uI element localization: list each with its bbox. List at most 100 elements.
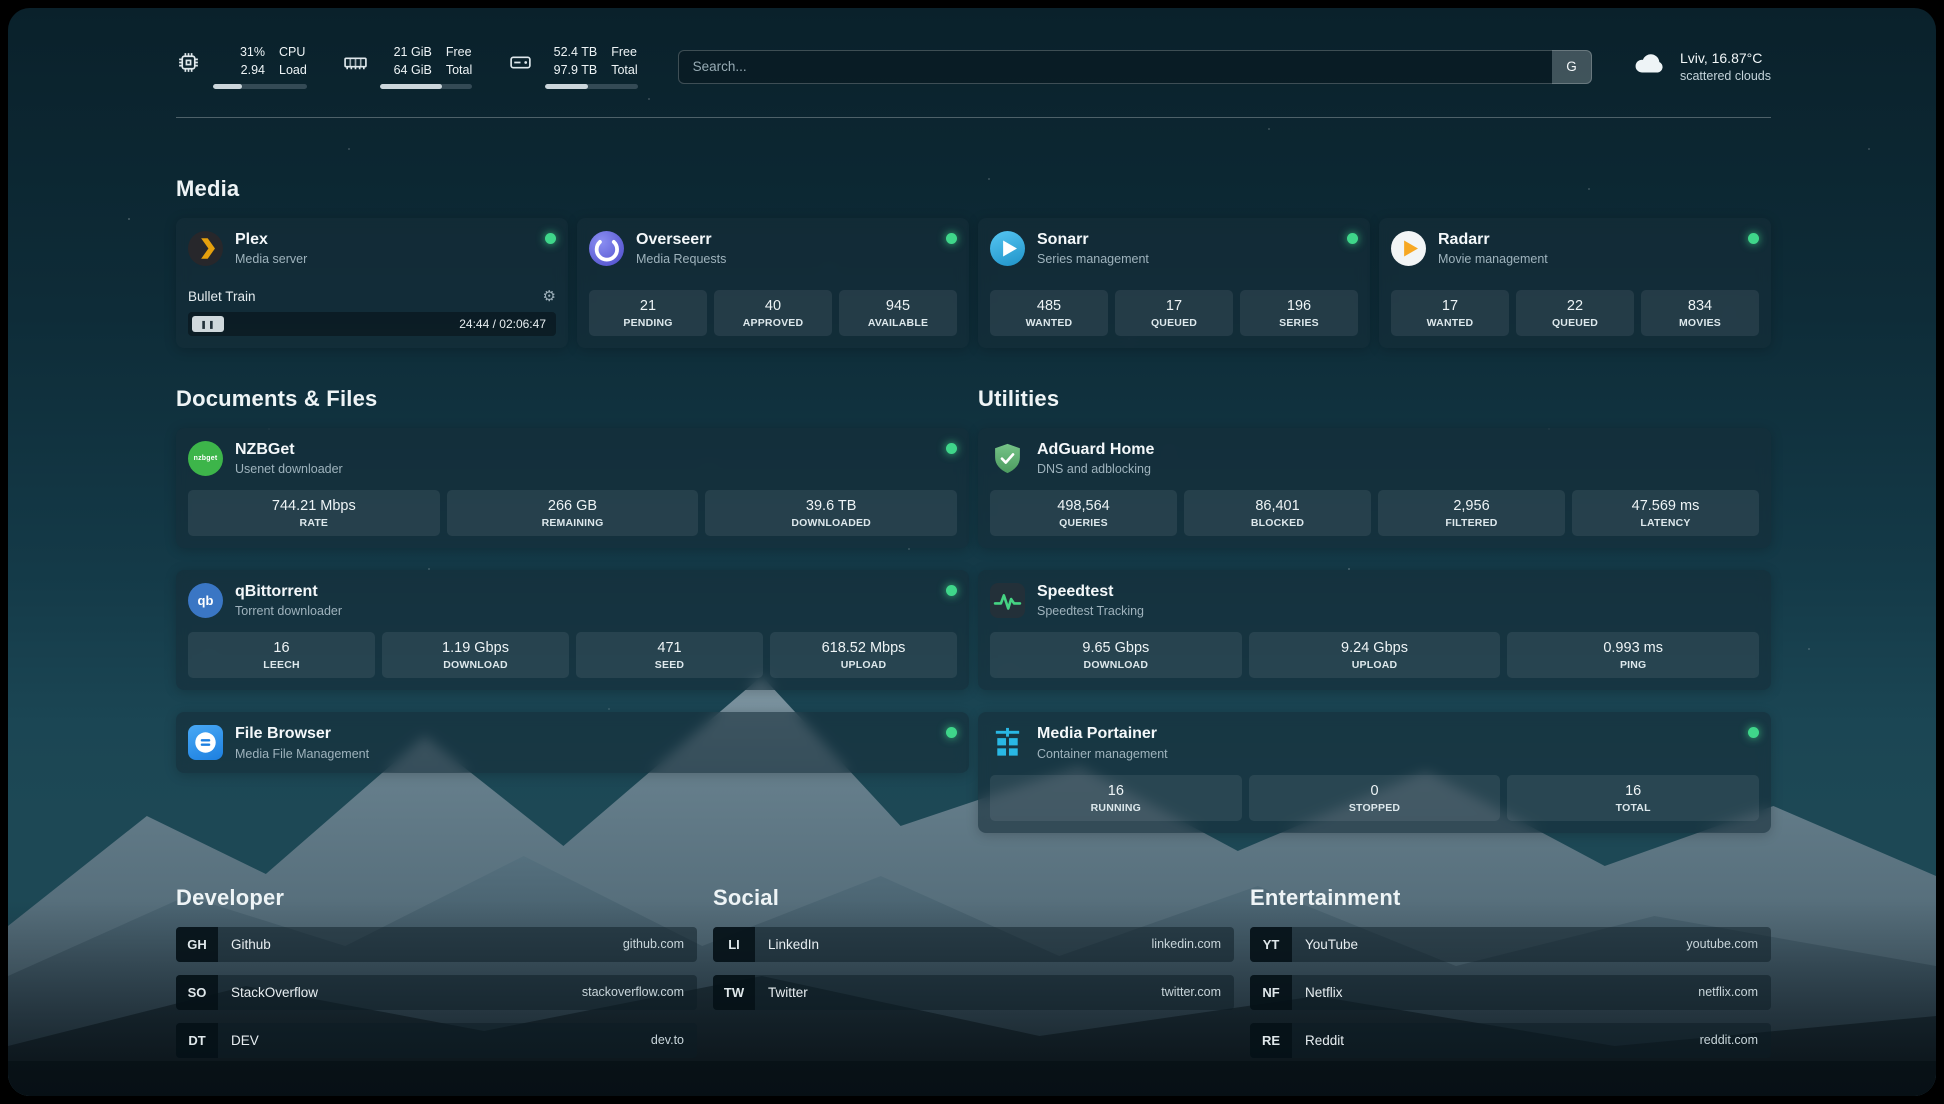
cpu-usage-label: CPU [279, 44, 305, 62]
stat-series: 196SERIES [1240, 290, 1358, 336]
bookmark-url: linkedin.com [1152, 937, 1221, 951]
service-card-radarr[interactable]: Radarr Movie management 17WANTED 22QUEUE… [1379, 218, 1771, 348]
service-card-adguard[interactable]: AdGuard Home DNS and adblocking 498,564Q… [978, 428, 1771, 548]
pause-button[interactable]: ❚❚ [192, 316, 224, 332]
bookmark-reddit[interactable]: RE Reddit reddit.com [1250, 1023, 1771, 1058]
disk-total-label: Total [611, 62, 637, 80]
bookmark-dev[interactable]: DT DEV dev.to [176, 1023, 697, 1058]
stat-pending: 21PENDING [589, 290, 707, 336]
service-desc-adguard: DNS and adblocking [1037, 462, 1154, 476]
bookmark-name: YouTube [1305, 937, 1358, 952]
service-desc-radarr: Movie management [1438, 252, 1548, 266]
stat-approved: 40APPROVED [714, 290, 832, 336]
service-name-overseerr: Overseerr [636, 230, 726, 249]
stat-leech: 16LEECH [188, 632, 375, 678]
overseerr-icon [589, 231, 624, 266]
qbittorrent-icon: qb [188, 583, 223, 618]
gear-icon[interactable]: ⚙ [543, 289, 556, 304]
stat-latency: 47.569 msLATENCY [1572, 490, 1759, 536]
status-online-dot [946, 233, 957, 244]
bookmark-abbr: DT [176, 1023, 218, 1058]
bookmark-stackoverflow[interactable]: SO StackOverflow stackoverflow.com [176, 975, 697, 1010]
bookmark-name: Netflix [1305, 985, 1343, 1000]
service-name-qbittorrent: qBittorrent [235, 582, 342, 601]
bookmark-twitter[interactable]: TW Twitter twitter.com [713, 975, 1234, 1010]
stat-queued: 22QUEUED [1516, 290, 1634, 336]
section-title-entertainment: Entertainment [1250, 885, 1771, 911]
bookmark-url: netflix.com [1698, 985, 1758, 999]
playback-time: 24:44 / 02:06:47 [459, 317, 546, 331]
section-utilities: Utilities AdGu [978, 386, 1771, 833]
service-card-overseerr[interactable]: Overseerr Media Requests 21PENDING 40APP… [577, 218, 969, 348]
service-desc-speedtest: Speedtest Tracking [1037, 604, 1144, 618]
bookmark-url: youtube.com [1686, 937, 1758, 951]
bookmark-netflix[interactable]: NF Netflix netflix.com [1250, 975, 1771, 1010]
weather-location: Lviv, 16.87°C [1680, 50, 1771, 66]
cpu-progress-bar [213, 84, 307, 89]
memory-free-label: Free [446, 44, 472, 62]
bookmark-url: twitter.com [1161, 985, 1221, 999]
stat-movies: 834MOVIES [1641, 290, 1759, 336]
stat-total: 16TOTAL [1507, 775, 1759, 821]
search-bar: G [678, 50, 1592, 84]
status-online-dot [1748, 727, 1759, 738]
section-title-utilities: Utilities [978, 386, 1771, 412]
service-name-portainer: Media Portainer [1037, 724, 1168, 743]
bookmark-github[interactable]: GH Github github.com [176, 927, 697, 962]
service-card-sonarr[interactable]: Sonarr Series management 485WANTED 17QUE… [978, 218, 1370, 348]
status-online-dot [545, 233, 556, 244]
bookmark-youtube[interactable]: YT YouTube youtube.com [1250, 927, 1771, 962]
filebrowser-icon [188, 725, 223, 760]
now-playing-title: Bullet Train [188, 289, 256, 304]
disk-total-value: 97.9 TB [545, 62, 597, 80]
stat-downloaded: 39.6 TBDOWNLOADED [705, 490, 957, 536]
radarr-icon [1391, 231, 1426, 266]
service-desc-portainer: Container management [1037, 747, 1168, 761]
service-card-filebrowser[interactable]: File Browser Media File Management [176, 712, 969, 772]
bookmark-name: Github [231, 937, 271, 952]
stat-wanted: 485WANTED [990, 290, 1108, 336]
search-input[interactable] [678, 50, 1552, 84]
system-resources: 31%CPU 2.94Load 21 GiBFree 64 Gi [176, 44, 638, 89]
status-online-dot [946, 585, 957, 596]
search-provider-button[interactable]: G [1552, 50, 1592, 84]
memory-progress-bar [380, 84, 472, 89]
service-card-portainer[interactable]: Media Portainer Container management 16R… [978, 712, 1771, 832]
service-desc-sonarr: Series management [1037, 252, 1149, 266]
stat-queued: 17QUEUED [1115, 290, 1233, 336]
bookmark-abbr: TW [713, 975, 755, 1010]
playback-progress-bar[interactable]: ❚❚ 24:44 / 02:06:47 [188, 312, 556, 336]
memory-icon [343, 44, 368, 75]
service-card-nzbget[interactable]: nzbget NZBGet Usenet downloader 744.21 M… [176, 428, 969, 548]
stat-download: 1.19 GbpsDOWNLOAD [382, 632, 569, 678]
service-desc-plex: Media server [235, 252, 307, 266]
stat-download: 9.65 GbpsDOWNLOAD [990, 632, 1242, 678]
stat-running: 16RUNNING [990, 775, 1242, 821]
bookmarks-social: Social LI LinkedIn linkedin.com TW Twitt… [713, 885, 1234, 1071]
bookmark-name: LinkedIn [768, 937, 819, 952]
service-card-qbittorrent[interactable]: qb qBittorrent Torrent downloader 16LEEC… [176, 570, 969, 690]
service-desc-overseerr: Media Requests [636, 252, 726, 266]
disk-progress-bar [545, 84, 637, 89]
weather-widget[interactable]: Lviv, 16.87°C scattered clouds [1632, 47, 1771, 86]
section-title-social: Social [713, 885, 1234, 911]
bookmark-name: Reddit [1305, 1033, 1344, 1048]
bookmark-abbr: GH [176, 927, 218, 962]
bookmark-linkedin[interactable]: LI LinkedIn linkedin.com [713, 927, 1234, 962]
stat-filtered: 2,956FILTERED [1378, 490, 1565, 536]
stat-upload: 618.52 MbpsUPLOAD [770, 632, 957, 678]
disk-free-label: Free [611, 44, 637, 62]
bookmark-name: StackOverflow [231, 985, 318, 1000]
stat-rate: 744.21 MbpsRATE [188, 490, 440, 536]
stat-wanted: 17WANTED [1391, 290, 1509, 336]
stat-remaining: 266 GBREMAINING [447, 490, 699, 536]
service-name-adguard: AdGuard Home [1037, 440, 1154, 459]
section-documents: Documents & Files nzbget NZBGet Usenet d… [176, 386, 969, 833]
bookmark-name: DEV [231, 1033, 259, 1048]
service-card-plex[interactable]: Plex Media server Bullet Train ⚙ ❚❚ 24:4… [176, 218, 568, 348]
status-online-dot [946, 727, 957, 738]
service-desc-nzbget: Usenet downloader [235, 462, 343, 476]
service-card-speedtest[interactable]: Speedtest Speedtest Tracking 9.65 GbpsDO… [978, 570, 1771, 690]
service-name-radarr: Radarr [1438, 230, 1548, 249]
top-bar: 31%CPU 2.94Load 21 GiBFree 64 Gi [176, 8, 1771, 89]
